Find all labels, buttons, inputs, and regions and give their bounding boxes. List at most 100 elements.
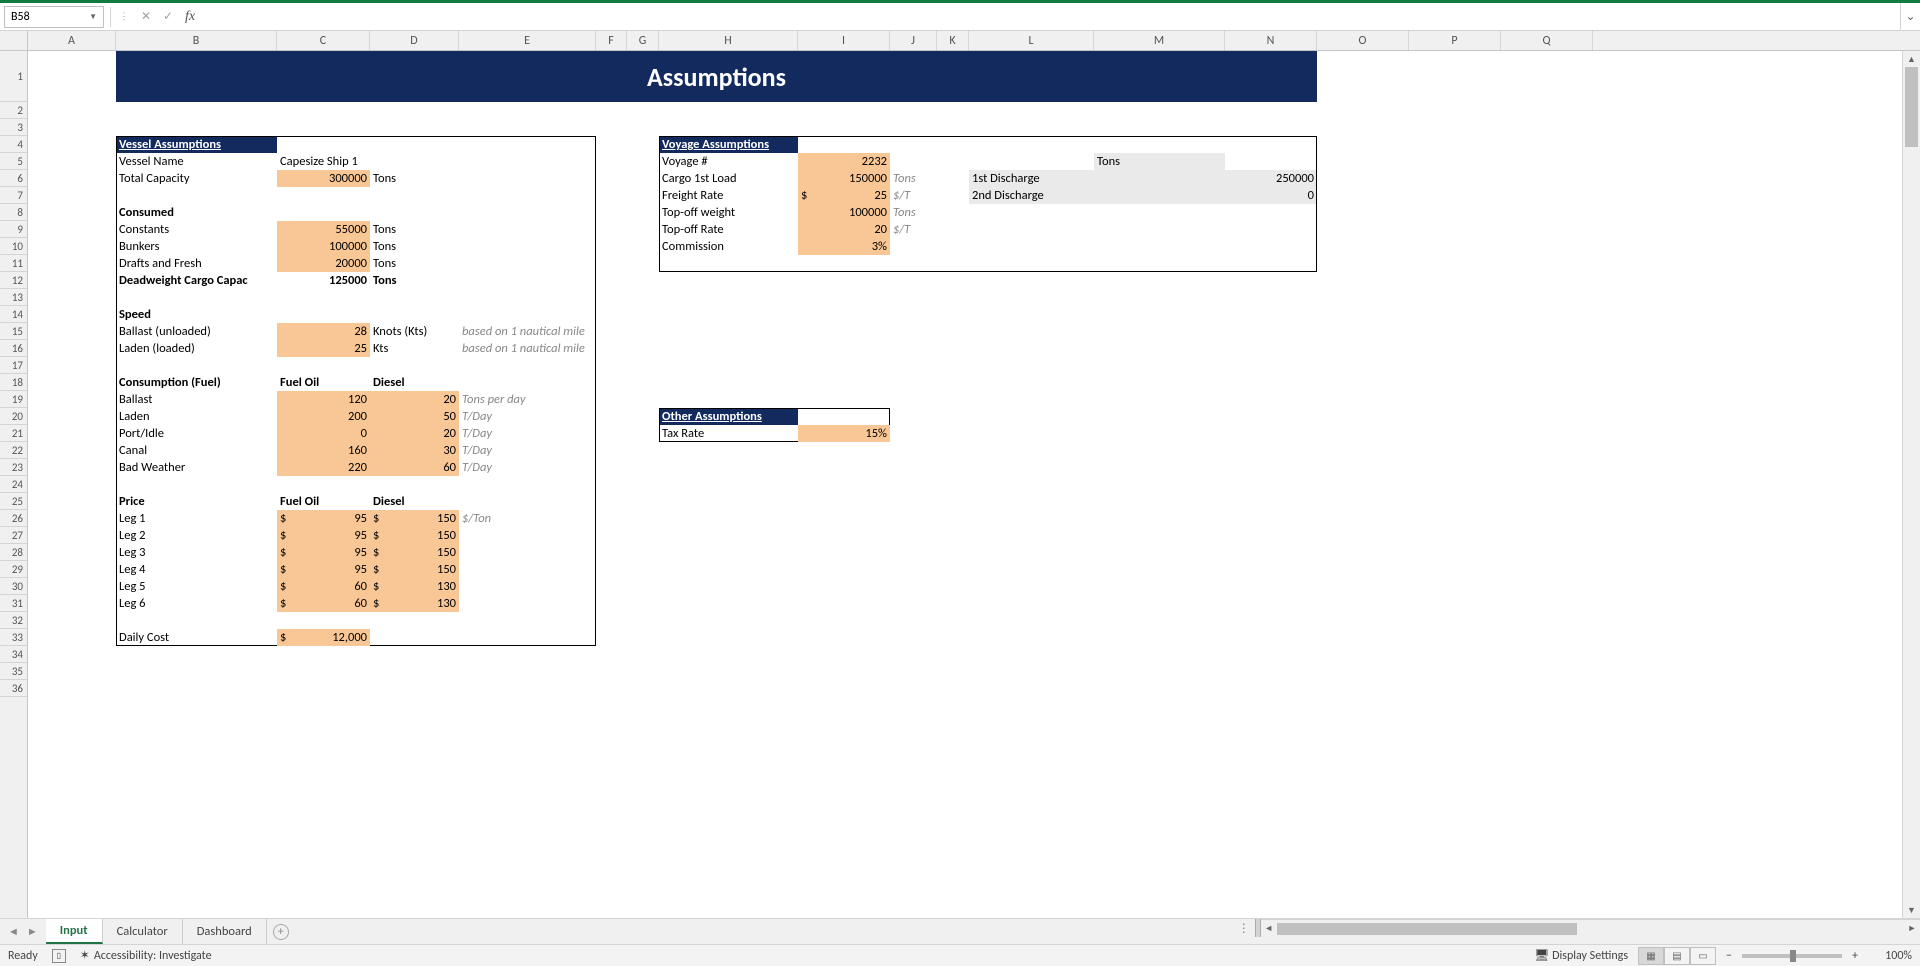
col-header-K[interactable]: K xyxy=(937,31,969,50)
row-header-2[interactable]: 2 xyxy=(0,102,27,119)
row-header-22[interactable]: 22 xyxy=(0,442,27,459)
row-header-28[interactable]: 28 xyxy=(0,544,27,561)
col-header-L[interactable]: L xyxy=(969,31,1094,50)
row-header-5[interactable]: 5 xyxy=(0,153,27,170)
col-header-Q[interactable]: Q xyxy=(1501,31,1593,50)
cf_ballast-d[interactable]: 20 xyxy=(370,391,459,408)
cf_ballast-fo[interactable]: 120 xyxy=(277,391,370,408)
zoom-knob[interactable] xyxy=(1790,950,1796,962)
leg-5-fo[interactable]: $60 xyxy=(277,578,370,595)
laden-speed-value[interactable]: 25 xyxy=(277,340,370,357)
row-header-29[interactable]: 29 xyxy=(0,561,27,578)
row-header-6[interactable]: 6 xyxy=(0,170,27,187)
name-box-dropdown-icon[interactable]: ▼ xyxy=(89,12,97,22)
tab-nav-next-icon[interactable]: ► xyxy=(27,925,38,938)
row-header-1[interactable]: 1 xyxy=(0,51,27,102)
row-header-25[interactable]: 25 xyxy=(0,493,27,510)
col-header-D[interactable]: D xyxy=(370,31,459,50)
cargo-1st-load-value[interactable]: 150000 xyxy=(798,170,890,187)
add-sheet-button[interactable]: + xyxy=(267,919,295,944)
view-normal-icon[interactable]: ▦ xyxy=(1638,947,1664,965)
vertical-scrollbar[interactable]: ▲ ▼ xyxy=(1902,51,1920,918)
row-header-10[interactable]: 10 xyxy=(0,238,27,255)
row-header-31[interactable]: 31 xyxy=(0,595,27,612)
leg-2-fo[interactable]: $95 xyxy=(277,527,370,544)
col-header-H[interactable]: H xyxy=(659,31,798,50)
row-header-15[interactable]: 15 xyxy=(0,323,27,340)
scroll-left-icon[interactable]: ◄ xyxy=(1261,923,1277,934)
row-header-21[interactable]: 21 xyxy=(0,425,27,442)
leg-1-d[interactable]: $150 xyxy=(370,510,459,527)
total-capacity-value[interactable]: 300000 xyxy=(277,170,370,187)
col-header-E[interactable]: E xyxy=(459,31,596,50)
hscroll-thumb[interactable] xyxy=(1277,923,1577,935)
cells-canvas[interactable]: Assumptions Vessel Assumptions Voyage As… xyxy=(28,51,1920,918)
row-header-27[interactable]: 27 xyxy=(0,527,27,544)
cf_laden-fo[interactable]: 200 xyxy=(277,408,370,425)
row-header-4[interactable]: 4 xyxy=(0,136,27,153)
row-header-9[interactable]: 9 xyxy=(0,221,27,238)
status-accessibility[interactable]: Accessibility: Investigate xyxy=(80,948,212,963)
scroll-up-icon[interactable]: ▲ xyxy=(1903,51,1920,67)
row-header-30[interactable]: 30 xyxy=(0,578,27,595)
zoom-in-button[interactable]: + xyxy=(1852,949,1858,963)
cf_port-fo[interactable]: 0 xyxy=(277,425,370,442)
tab-nav[interactable]: ◄ ► xyxy=(0,919,46,944)
row-header-3[interactable]: 3 xyxy=(0,119,27,136)
select-all-corner[interactable] xyxy=(0,31,28,50)
formula-expand-icon[interactable]: ⌄ xyxy=(1900,3,1920,30)
col-header-I[interactable]: I xyxy=(798,31,890,50)
freight-rate-value[interactable]: $25 xyxy=(798,187,890,204)
col-header-O[interactable]: O xyxy=(1317,31,1409,50)
col-header-C[interactable]: C xyxy=(277,31,370,50)
view-page-layout-icon[interactable]: ▤ xyxy=(1664,947,1690,965)
bunkers-value[interactable]: 100000 xyxy=(277,238,370,255)
cf_canal-fo[interactable]: 160 xyxy=(277,442,370,459)
cf_bw-d[interactable]: 60 xyxy=(370,459,459,476)
row-header-26[interactable]: 26 xyxy=(0,510,27,527)
leg-4-d[interactable]: $150 xyxy=(370,561,459,578)
row-header-34[interactable]: 34 xyxy=(0,646,27,663)
horizontal-scrollbar[interactable]: ◄ ► xyxy=(1261,919,1920,937)
commission-value[interactable]: 3% xyxy=(798,238,890,255)
col-header-G[interactable]: G xyxy=(627,31,659,50)
voyage-num-value[interactable]: 2232 xyxy=(798,153,890,170)
tax-rate-value[interactable]: 15% xyxy=(798,425,890,442)
view-page-break-icon[interactable]: ▭ xyxy=(1690,947,1716,965)
row-header-19[interactable]: 19 xyxy=(0,391,27,408)
macro-record-icon[interactable]: ▯ xyxy=(52,949,66,963)
scroll-down-icon[interactable]: ▼ xyxy=(1903,902,1920,918)
leg-6-d[interactable]: $130 xyxy=(370,595,459,612)
col-header-F[interactable]: F xyxy=(596,31,627,50)
scroll-right-icon[interactable]: ► xyxy=(1904,923,1920,934)
leg-3-fo[interactable]: $95 xyxy=(277,544,370,561)
tab-calculator[interactable]: Calculator xyxy=(103,919,183,944)
row-header-17[interactable]: 17 xyxy=(0,357,27,374)
col-header-N[interactable]: N xyxy=(1225,31,1317,50)
row-header-20[interactable]: 20 xyxy=(0,408,27,425)
row-header-12[interactable]: 12 xyxy=(0,272,27,289)
leg-6-fo[interactable]: $60 xyxy=(277,595,370,612)
row-header-32[interactable]: 32 xyxy=(0,612,27,629)
cf_bw-fo[interactable]: 220 xyxy=(277,459,370,476)
row-header-24[interactable]: 24 xyxy=(0,476,27,493)
row-header-18[interactable]: 18 xyxy=(0,374,27,391)
topoff-weight-value[interactable]: 100000 xyxy=(798,204,890,221)
row-header-23[interactable]: 23 xyxy=(0,459,27,476)
tab-dashboard[interactable]: Dashboard xyxy=(183,919,267,944)
leg-1-fo[interactable]: $95 xyxy=(277,510,370,527)
cf_port-d[interactable]: 20 xyxy=(370,425,459,442)
col-header-J[interactable]: J xyxy=(890,31,937,50)
cf_laden-d[interactable]: 50 xyxy=(370,408,459,425)
row-header-14[interactable]: 14 xyxy=(0,306,27,323)
zoom-percentage[interactable]: 100% xyxy=(1868,949,1912,963)
zoom-slider[interactable] xyxy=(1742,954,1842,958)
fb-dropdown[interactable]: ⋮ xyxy=(113,6,135,28)
col-header-P[interactable]: P xyxy=(1409,31,1501,50)
row-header-11[interactable]: 11 xyxy=(0,255,27,272)
vscroll-thumb[interactable] xyxy=(1905,67,1918,147)
display-settings-button[interactable]: 🖥 Display Settings xyxy=(1534,948,1628,963)
topoff-rate-value[interactable]: 20 xyxy=(798,221,890,238)
row-header-13[interactable]: 13 xyxy=(0,289,27,306)
formula-input[interactable] xyxy=(201,6,1900,28)
